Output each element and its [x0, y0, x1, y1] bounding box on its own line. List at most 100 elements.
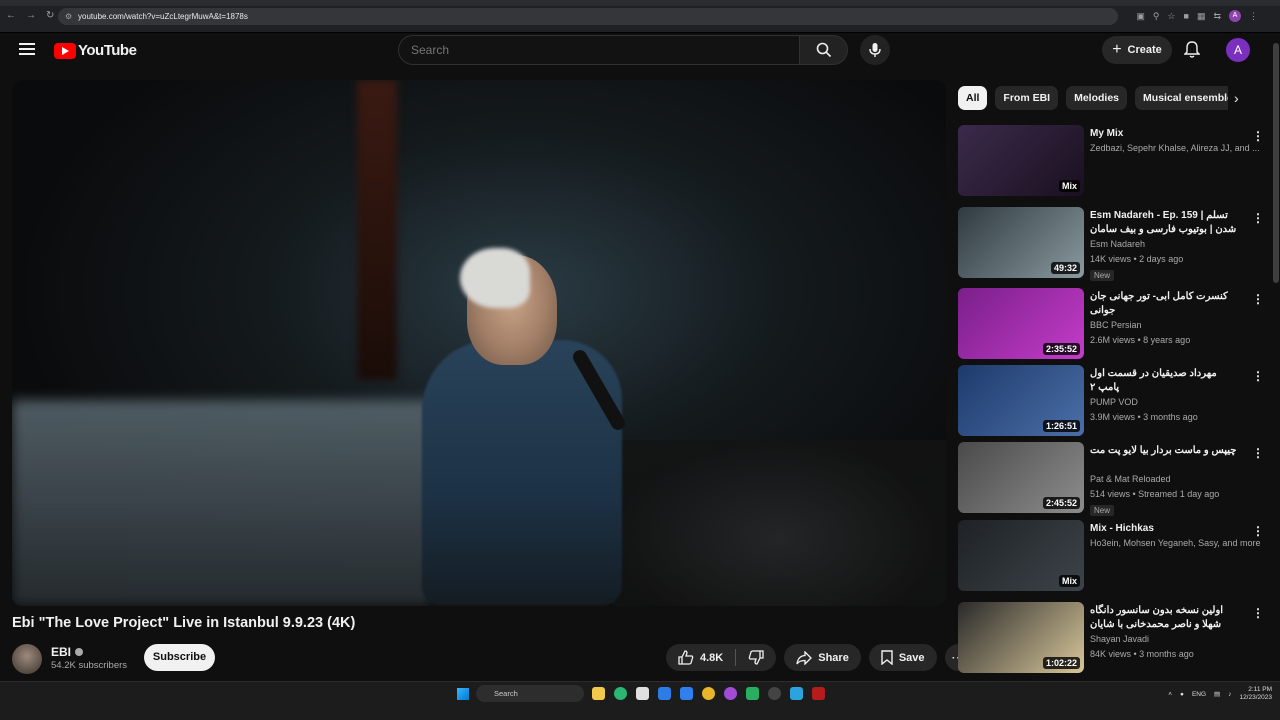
language-indicator[interactable]: ENG [1192, 691, 1206, 698]
recommendation-title[interactable]: اولین نسخه بدون سانسور دانگاه شهلا و ناص… [1090, 604, 1240, 632]
more-vertical-icon[interactable]: ⋮ [1252, 129, 1264, 143]
recommendation-item[interactable]: Mix Mix - Hichkas Ho3ein, Mohsen Yeganeh, … [958, 520, 1268, 592]
recommendation-channel[interactable]: Zedbazi, Sepehr Khalse, Alireza JJ, and … [1090, 143, 1260, 153]
verified-icon [75, 648, 84, 656]
recommendation-channel[interactable]: Esm Nadareh [1090, 239, 1260, 249]
search-box [398, 35, 848, 65]
recommendation-channel[interactable]: PUMP VOD [1090, 397, 1260, 407]
chevron-up-icon[interactable]: ˄ [1168, 691, 1172, 698]
messenger-icon[interactable] [724, 687, 737, 700]
more-vertical-icon[interactable]: ⋮ [1252, 524, 1264, 538]
more-vertical-icon[interactable]: ⋮ [1252, 211, 1264, 225]
chevron-right-icon[interactable]: › [1234, 90, 1239, 106]
taskbar-clock[interactable]: 2:11 PM 12/23/2023 [1239, 686, 1272, 702]
video-thumbnail[interactable]: 49:32 [958, 207, 1084, 278]
recommendation-channel[interactable]: Shayan Javadi [1090, 634, 1260, 644]
chip-from-ebi[interactable]: From EBI [995, 86, 1059, 110]
recommendation-item[interactable]: Mix My Mix Zedbazi, Sepehr Khalse, Alireza… [958, 125, 1268, 197]
todo-icon[interactable] [658, 687, 671, 700]
like-count: 4.8K [700, 651, 724, 664]
address-bar[interactable]: ⚙ youtube.com/watch?v=uZcLtegrMuwA&t=187… [58, 8, 1118, 25]
video-thumbnail[interactable]: 2:35:52 [958, 288, 1084, 359]
vscode-icon[interactable] [680, 687, 693, 700]
video-player[interactable] [12, 80, 946, 606]
zoom-icon[interactable]: ⚲ [1153, 11, 1160, 22]
recommendation-title[interactable]: My Mix [1090, 127, 1240, 141]
more-vertical-icon[interactable]: ⋮ [1252, 369, 1264, 383]
recommendation-channel[interactable]: BBC Persian [1090, 320, 1260, 330]
video-thumbnail[interactable]: Mix [958, 520, 1084, 591]
wifi-icon[interactable]: ▤ [1214, 690, 1220, 698]
file-explorer-icon[interactable] [592, 687, 605, 700]
save-button[interactable]: Save [868, 644, 937, 671]
volume-icon[interactable]: ♪ [1228, 691, 1231, 698]
recommendation-title[interactable]: مهرداد صدیقیان در قسمت اول پامپ ۲ [1090, 367, 1240, 395]
video-thumbnail[interactable]: 2:45:52 [958, 442, 1084, 513]
scrollbar-thumb[interactable] [1273, 43, 1279, 283]
translate-icon[interactable]: ⇆ [1213, 11, 1221, 22]
more-vertical-icon[interactable]: ⋮ [1252, 606, 1264, 620]
recommendation-title[interactable]: چیپس و ماست بردار بیا لایو پت مت [1090, 444, 1240, 458]
page-scrollbar[interactable] [1272, 33, 1280, 681]
plus-icon: + [1112, 41, 1122, 58]
chip-all[interactable]: All [958, 86, 988, 110]
menu-icon[interactable] [19, 43, 35, 57]
channel-name-row[interactable]: EBI [51, 645, 84, 659]
chip-melodies[interactable]: Melodies [1066, 86, 1128, 110]
media-player-icon[interactable] [768, 687, 781, 700]
subscribe-button[interactable]: Subscribe [144, 644, 215, 671]
recommendation-item[interactable]: 2:35:52 کنسرت کامل ابی- تور جهانی جان جوا… [958, 288, 1268, 360]
recommendation-title[interactable]: Mix - Hichkas [1090, 522, 1240, 536]
spotify-icon[interactable] [746, 687, 759, 700]
channel-avatar[interactable] [12, 644, 42, 674]
profile-icon[interactable]: A [1229, 10, 1241, 22]
video-thumbnail[interactable]: 1:02:22 [958, 602, 1084, 673]
forward-icon[interactable]: → [26, 10, 36, 21]
site-info-icon[interactable]: ⚙ [65, 8, 72, 25]
notifications-button[interactable] [1183, 41, 1201, 64]
search-input[interactable] [398, 35, 800, 65]
bookmark-star-icon[interactable]: ☆ [1167, 11, 1175, 22]
channel-name[interactable]: EBI [51, 645, 71, 659]
account-avatar[interactable]: A [1226, 38, 1250, 62]
app-red-icon[interactable] [812, 687, 825, 700]
recommendation-channel[interactable]: Pat & Mat Reloaded [1090, 474, 1260, 484]
recommendation-item[interactable]: 2:45:52 چیپس و ماست بردار بیا لایو پت مت P… [958, 442, 1268, 516]
puzzle-icon[interactable]: ▦ [1197, 11, 1206, 22]
taskbar-search[interactable]: Search [476, 685, 584, 702]
cast-icon[interactable]: ▣ [1136, 11, 1145, 22]
location-icon[interactable]: ● [1180, 691, 1184, 698]
taskbar-date: 12/23/2023 [1239, 694, 1272, 701]
extension-icon[interactable]: ■ [1184, 11, 1189, 21]
windows-start-icon[interactable] [457, 688, 469, 700]
telegram-icon[interactable] [790, 687, 803, 700]
recommendation-meta: 3.9M views • 3 months ago [1090, 412, 1198, 422]
share-button[interactable]: Share [784, 644, 861, 671]
like-button[interactable]: 4.8K [666, 644, 735, 671]
search-icon [816, 42, 831, 58]
video-title: Ebi "The Love Project" Live in Istanbul … [12, 615, 356, 631]
recommendation-item[interactable]: 1:02:22 اولین نسخه بدون سانسور دانگاه شهل… [958, 602, 1268, 674]
reload-icon[interactable]: ↻ [46, 10, 54, 21]
recommendation-item[interactable]: 49:32 Esm Nadareh - Ep. 159 | تسلم شدن | … [958, 207, 1268, 281]
video-thumbnail[interactable]: 1:26:51 [958, 365, 1084, 436]
dislike-button[interactable] [736, 644, 776, 671]
recommendation-item[interactable]: 1:26:51 مهرداد صدیقیان در قسمت اول پامپ ۲… [958, 365, 1268, 437]
chrome-icon[interactable] [702, 687, 715, 700]
recommendation-title[interactable]: Esm Nadareh - Ep. 159 | تسلم شدن | بوتیو… [1090, 209, 1240, 237]
recommendation-meta: 2.6M views • 8 years ago [1090, 335, 1191, 345]
voice-search-button[interactable] [860, 35, 890, 65]
video-thumbnail[interactable]: Mix [958, 125, 1084, 196]
search-button[interactable] [800, 35, 848, 65]
chip-musical-ensemble[interactable]: Musical ensemble [1135, 86, 1228, 110]
recommendation-channel[interactable]: Ho3ein, Mohsen Yeganeh, Sasy, and more [1090, 538, 1260, 548]
create-button[interactable]: + Create [1102, 36, 1172, 64]
more-vertical-icon[interactable]: ⋮ [1252, 446, 1264, 460]
store-icon[interactable] [636, 687, 649, 700]
browser-menu-icon[interactable]: ⋮ [1249, 11, 1258, 22]
edge-icon[interactable] [614, 687, 627, 700]
recommendation-title[interactable]: کنسرت کامل ابی- تور جهانی جان جوانی [1090, 290, 1240, 318]
youtube-logo[interactable]: YouTube [54, 42, 137, 59]
back-icon[interactable]: ← [6, 10, 16, 21]
more-vertical-icon[interactable]: ⋮ [1252, 292, 1264, 306]
